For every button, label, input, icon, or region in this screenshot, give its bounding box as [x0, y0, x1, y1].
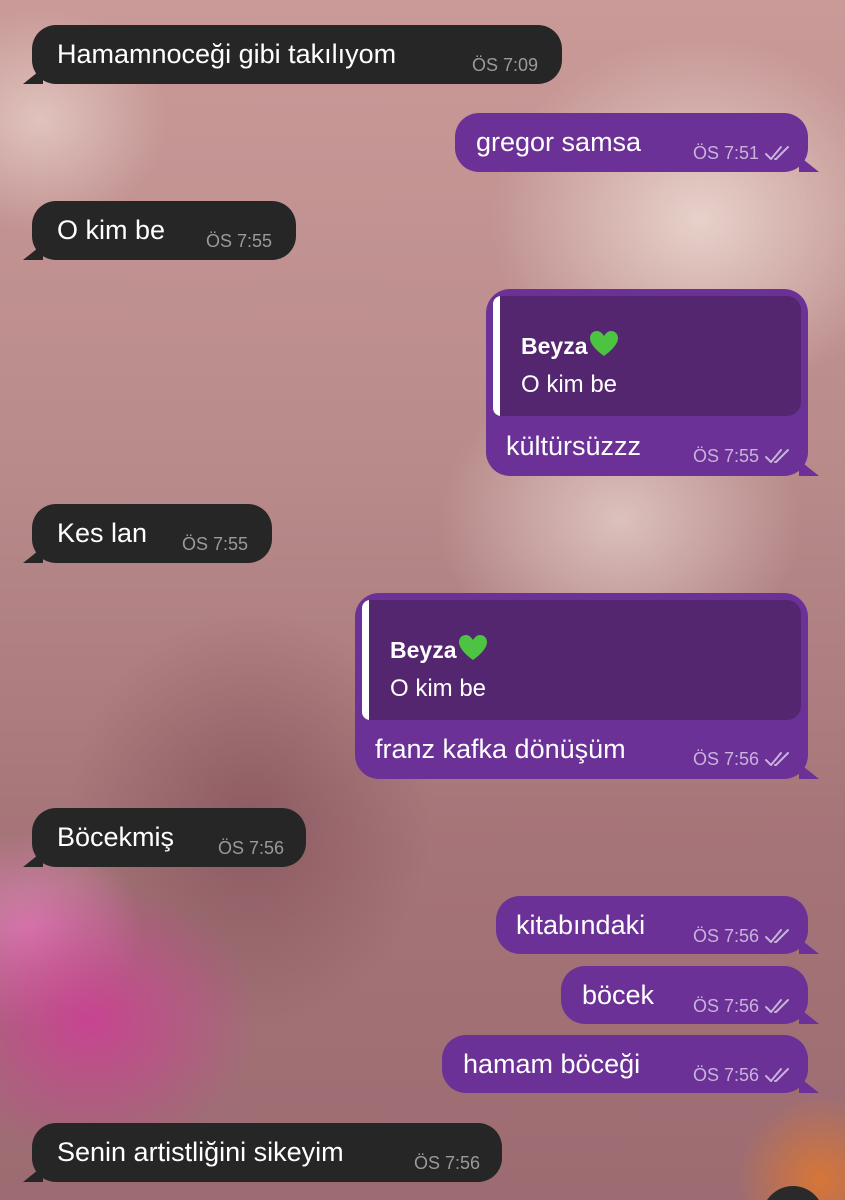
message-meta: ÖS 7:56 [414, 1154, 480, 1172]
incoming-message-bubble[interactable]: Hamamnoceği gibi takılıyom ÖS 7:09 [32, 25, 562, 84]
chat-view[interactable]: Hamamnoceği gibi takılıyom ÖS 7:09 grego… [0, 0, 845, 1200]
message-text: hamam böceği [463, 1049, 641, 1079]
outgoing-message-bubble[interactable]: hamam böceği ÖS 7:56 [442, 1035, 808, 1093]
message-time: ÖS 7:56 [217, 838, 284, 858]
incoming-message-bubble[interactable]: O kim be ÖS 7:55 [32, 201, 296, 260]
message-meta: ÖS 7:56 [218, 839, 284, 857]
message-time: ÖS 7:55 [692, 446, 759, 466]
double-check-icon [764, 750, 792, 768]
message-meta: ÖS 7:56 [693, 1066, 792, 1084]
message-text: kültürsüzzz [506, 431, 642, 461]
outgoing-reply-message-bubble[interactable]: Beyza O kim be franz kafka dönüşüm ÖS 7:… [355, 593, 808, 779]
message-time: ÖS 7:09 [471, 55, 538, 75]
incoming-message-bubble[interactable]: Böcekmiş ÖS 7:56 [32, 808, 306, 867]
outgoing-reply-message-bubble[interactable]: Beyza O kim be kültürsüzzz ÖS 7:55 [486, 289, 808, 476]
message-meta: ÖS 7:55 [693, 447, 792, 465]
message-text: gregor samsa [476, 127, 642, 157]
message-meta: ÖS 7:55 [206, 232, 272, 250]
message-time: ÖS 7:56 [692, 996, 759, 1016]
message-text: kitabındaki [516, 910, 646, 940]
double-check-icon [764, 144, 792, 162]
message-time: ÖS 7:56 [413, 1153, 480, 1173]
message-text: Böcekmiş [57, 822, 175, 852]
message-meta: ÖS 7:51 [693, 144, 792, 162]
scroll-down-button[interactable] [762, 1186, 824, 1200]
message-meta: ÖS 7:56 [693, 750, 792, 768]
green-heart-icon [458, 634, 488, 666]
message-text: franz kafka dönüşüm [375, 734, 626, 764]
incoming-message-bubble[interactable]: Kes lan ÖS 7:55 [32, 504, 272, 563]
message-meta: ÖS 7:56 [693, 997, 792, 1015]
reply-sender-name: Beyza [521, 330, 619, 362]
reply-sender-name: Beyza [390, 634, 488, 666]
message-text: Kes lan [57, 518, 148, 548]
message-time: ÖS 7:55 [205, 231, 272, 251]
double-check-icon [764, 927, 792, 945]
reply-message-text: O kim be [390, 675, 487, 702]
message-meta: ÖS 7:55 [182, 535, 248, 553]
reply-quote[interactable]: Beyza O kim be [493, 296, 801, 416]
double-check-icon [764, 447, 792, 465]
reply-quote-bar [493, 296, 500, 416]
outgoing-message-bubble[interactable]: böcek ÖS 7:56 [561, 966, 808, 1024]
incoming-message-bubble[interactable]: Senin artistliğini sikeyim ÖS 7:56 [32, 1123, 502, 1182]
reply-quote-bar [362, 600, 369, 720]
message-text: böcek [582, 980, 655, 1010]
message-text: O kim be [57, 215, 166, 245]
outgoing-message-bubble[interactable]: kitabındaki ÖS 7:56 [496, 896, 808, 954]
green-heart-icon [589, 330, 619, 362]
reply-quote[interactable]: Beyza O kim be [362, 600, 801, 720]
double-check-icon [764, 997, 792, 1015]
message-meta: ÖS 7:56 [693, 927, 792, 945]
outgoing-message-bubble[interactable]: gregor samsa ÖS 7:51 [455, 113, 808, 172]
message-text: Hamamnoceği gibi takılıyom [57, 39, 397, 69]
message-time: ÖS 7:56 [692, 926, 759, 946]
message-time: ÖS 7:55 [181, 534, 248, 554]
double-check-icon [764, 1066, 792, 1084]
reply-message-text: O kim be [521, 371, 618, 398]
message-time: ÖS 7:56 [692, 1065, 759, 1085]
message-meta: ÖS 7:09 [472, 56, 538, 74]
message-time: ÖS 7:56 [692, 749, 759, 769]
message-text: Senin artistliğini sikeyim [57, 1137, 344, 1167]
message-time: ÖS 7:51 [692, 143, 759, 163]
